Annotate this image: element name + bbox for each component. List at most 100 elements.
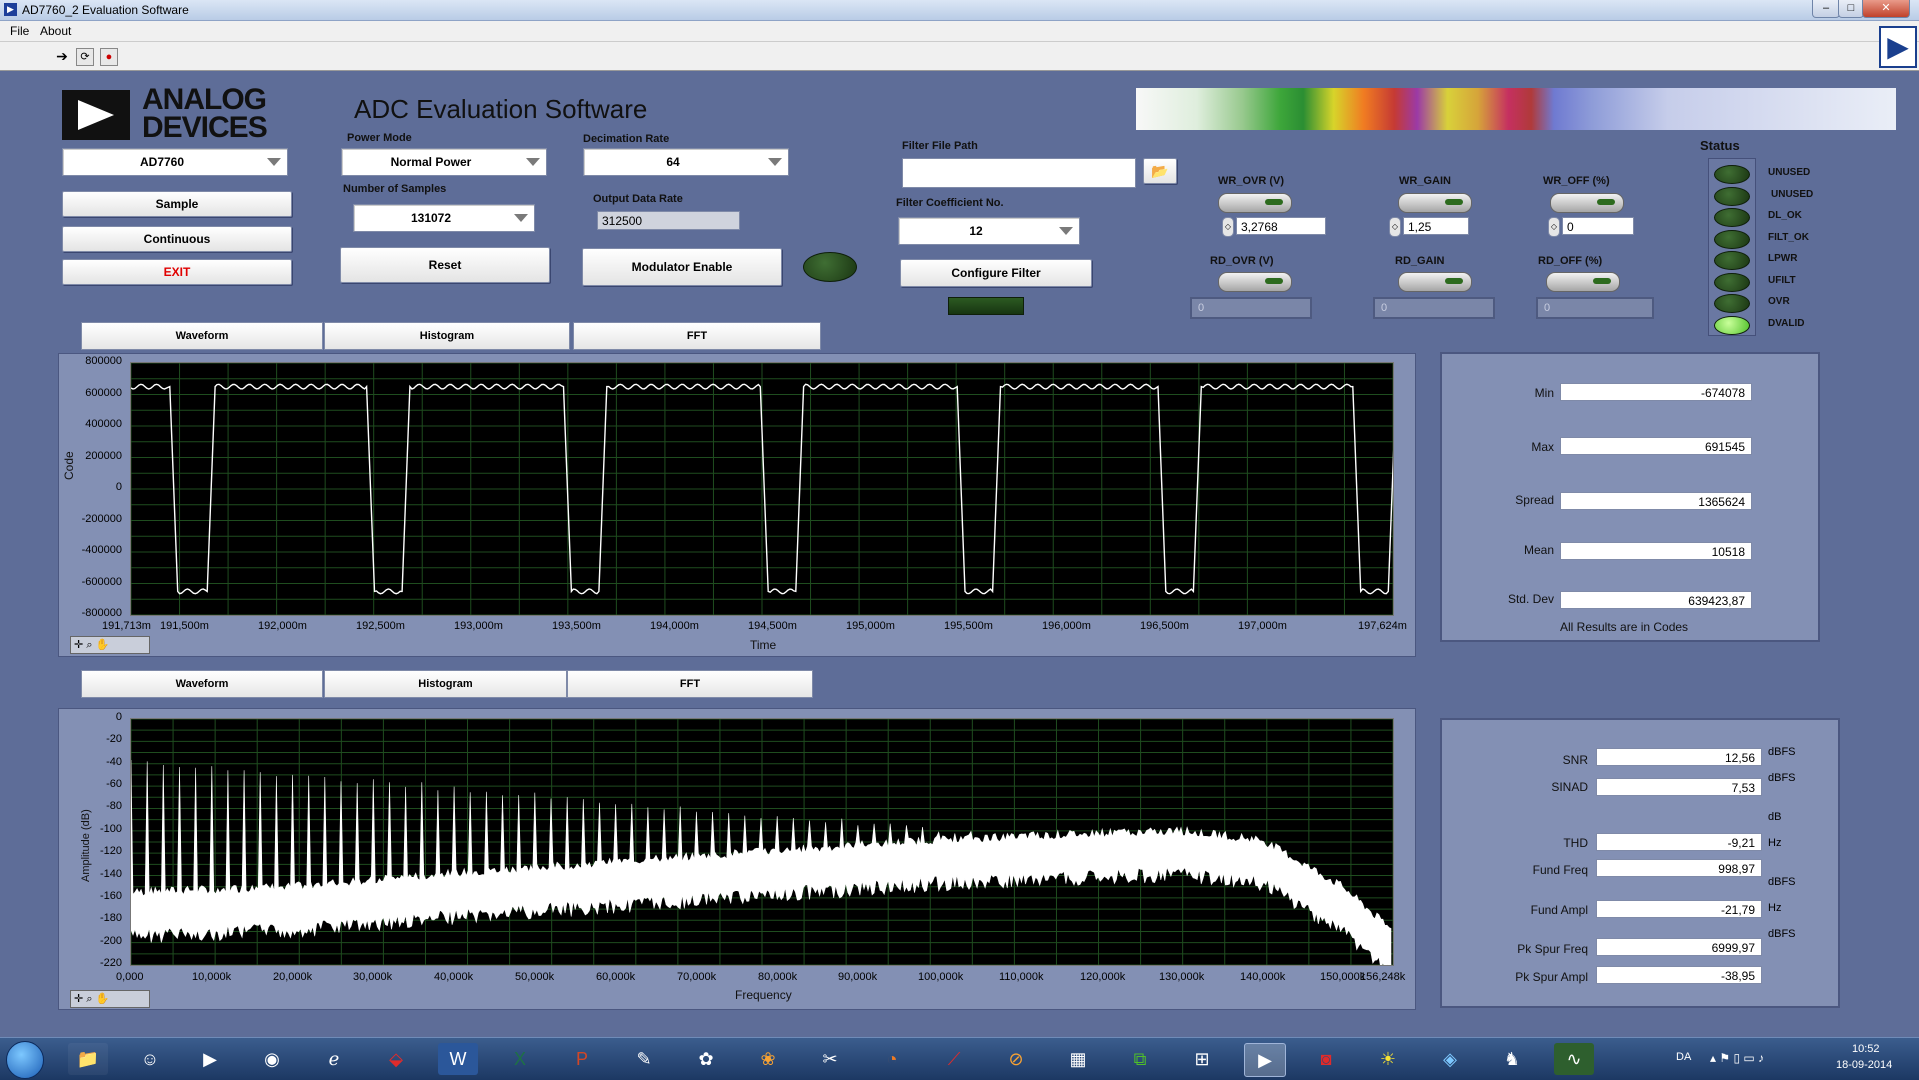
circuit-icon[interactable]: ⊘: [996, 1043, 1036, 1075]
windows-icon[interactable]: ⊞: [1182, 1043, 1222, 1075]
folder-open-icon[interactable]: 📂: [1143, 158, 1177, 184]
tab-histogram-bottom[interactable]: Histogram: [324, 670, 567, 698]
modulator-led: [803, 252, 857, 282]
filter-coeff-select[interactable]: 12: [898, 217, 1080, 245]
media-player-icon[interactable]: ▶: [190, 1043, 230, 1075]
tab-waveform-bottom[interactable]: Waveform: [81, 670, 323, 698]
toolbar: ➔ ⟳ ●: [0, 42, 1919, 71]
status-led-unused: [1714, 165, 1750, 184]
snipping-icon[interactable]: ✂: [810, 1043, 850, 1075]
status-label: DVALID: [1768, 317, 1805, 329]
x-tick-label: 196,000m: [1042, 620, 1091, 632]
reset-button[interactable]: Reset: [340, 247, 550, 283]
pan-hand-icon[interactable]: ✋: [96, 993, 110, 1005]
power-mode-select[interactable]: Normal Power: [341, 148, 547, 176]
scope-icon[interactable]: ∿: [1554, 1043, 1594, 1075]
wr-off-input[interactable]: 0: [1562, 217, 1634, 235]
tray-icons[interactable]: ▴ ⚑ ▯ ▭ ♪: [1710, 1051, 1764, 1065]
diamond-app-icon[interactable]: ◈: [1430, 1043, 1470, 1075]
language-indicator[interactable]: DA: [1676, 1051, 1691, 1063]
calculator-icon[interactable]: ▦: [1058, 1043, 1098, 1075]
configure-filter-button[interactable]: Configure Filter: [900, 259, 1092, 287]
sample-button[interactable]: Sample: [62, 191, 292, 217]
clock-time[interactable]: 10:52: [1852, 1043, 1880, 1055]
modulator-enable-button[interactable]: Modulator Enable: [582, 248, 782, 286]
y-tick-label: 0: [115, 481, 122, 493]
blender-icon[interactable]: ◔: [872, 1043, 912, 1075]
pcb-icon[interactable]: ⧉: [1120, 1043, 1160, 1075]
app-title: ADC Evaluation Software: [354, 94, 648, 124]
status-label: FILT_OK: [1768, 231, 1809, 243]
waveform-graph-palette[interactable]: ✛ ⌕ ✋: [70, 636, 150, 654]
y-tick-label: 400000: [85, 418, 122, 430]
odr-field: 312500: [597, 211, 740, 230]
decimation-select[interactable]: 64: [583, 148, 789, 176]
fft-graph-palette[interactable]: ✛ ⌕ ✋: [70, 990, 150, 1008]
close-button[interactable]: ✕: [1862, 0, 1910, 18]
x-tick-label: 40,000k: [434, 971, 474, 983]
continuous-button[interactable]: Continuous: [62, 226, 292, 252]
y-tick-label: -400000: [81, 544, 122, 556]
decimation-value: 64: [666, 155, 680, 169]
device-select[interactable]: AD7760: [62, 148, 288, 176]
wr-off-slider[interactable]: [1550, 193, 1624, 213]
zoom-icon[interactable]: ⌕: [86, 639, 92, 651]
chrome-icon[interactable]: ◉: [252, 1043, 292, 1075]
num-samples-select[interactable]: 131072: [353, 204, 535, 232]
altium-icon[interactable]: ⟋: [934, 1043, 974, 1075]
run-continuously-icon[interactable]: ⟳: [76, 48, 94, 66]
wr-gain-spinner[interactable]: ◇: [1389, 217, 1401, 237]
abort-icon[interactable]: ●: [100, 48, 118, 66]
x-tick-label: 140,000k: [1240, 971, 1286, 983]
tab-waveform-top[interactable]: Waveform: [81, 322, 323, 350]
wr-gain-input[interactable]: 1,25: [1403, 217, 1469, 235]
pan-hand-icon[interactable]: ✋: [96, 639, 110, 651]
excel-icon[interactable]: X: [500, 1043, 540, 1075]
paint-icon[interactable]: ✿: [686, 1043, 726, 1075]
exit-button[interactable]: EXIT: [62, 259, 292, 285]
status-label: UNUSED: [1768, 167, 1811, 178]
x-tick-label: 150,000k: [1320, 971, 1366, 983]
menu-file[interactable]: File: [10, 24, 29, 38]
fox-icon[interactable]: ♞: [1492, 1043, 1532, 1075]
word-icon[interactable]: W: [438, 1043, 478, 1075]
menu-about[interactable]: About: [40, 24, 71, 38]
camera-icon[interactable]: ◙: [1306, 1043, 1346, 1075]
pk-freq-field: 6999,97: [1596, 938, 1762, 956]
maximize-button[interactable]: □: [1838, 0, 1864, 18]
run-arrow-icon[interactable]: ➔: [54, 48, 70, 64]
explorer-icon[interactable]: 📁: [68, 1043, 108, 1075]
pk-freq-unit: dBFS: [1768, 928, 1796, 940]
thd-field: -9,21: [1596, 833, 1762, 851]
crosshair-icon[interactable]: ✛: [71, 639, 83, 651]
clock-date[interactable]: 18-09-2014: [1836, 1059, 1892, 1071]
acrobat-icon[interactable]: ⬙: [376, 1043, 416, 1075]
rd-off-field: 0: [1536, 297, 1654, 319]
bulb-icon[interactable]: ☀: [1368, 1043, 1408, 1075]
pen-tool-icon[interactable]: ✎: [624, 1043, 664, 1075]
fund-ampl-unit: Hz: [1768, 902, 1782, 914]
logo-triangle-icon: [62, 90, 130, 140]
labview-app-icon[interactable]: ▶: [1244, 1043, 1286, 1077]
zoom-icon[interactable]: ⌕: [86, 993, 92, 1005]
mean-label: Mean: [1523, 543, 1554, 557]
internet-explorer-icon[interactable]: ℯ: [314, 1043, 354, 1075]
wr-gain-slider[interactable]: [1398, 193, 1472, 213]
minimize-button[interactable]: –: [1812, 0, 1840, 18]
wr-ovr-spinner[interactable]: ◇: [1222, 217, 1234, 237]
filter-coeff-label: Filter Coefficient No.: [896, 197, 1004, 209]
tab-histogram-top[interactable]: Histogram: [324, 322, 570, 350]
wr-ovr-input[interactable]: 3,2768: [1236, 217, 1326, 235]
wr-off-spinner[interactable]: ◇: [1548, 217, 1560, 237]
powerpoint-icon[interactable]: P: [562, 1043, 602, 1075]
wr-ovr-slider[interactable]: [1218, 193, 1292, 213]
filter-path-input[interactable]: [902, 158, 1136, 188]
tab-fft-bottom[interactable]: FFT: [567, 670, 813, 698]
messenger-icon[interactable]: ☺: [130, 1043, 170, 1075]
crosshair-icon[interactable]: ✛: [71, 993, 83, 1005]
start-button[interactable]: [6, 1041, 44, 1079]
pk-ampl-field: -38,95: [1596, 966, 1762, 984]
run-indicator-icon[interactable]: ▶: [1879, 26, 1917, 68]
tab-fft-top[interactable]: FFT: [573, 322, 821, 350]
photos-icon[interactable]: ❀: [748, 1043, 788, 1075]
